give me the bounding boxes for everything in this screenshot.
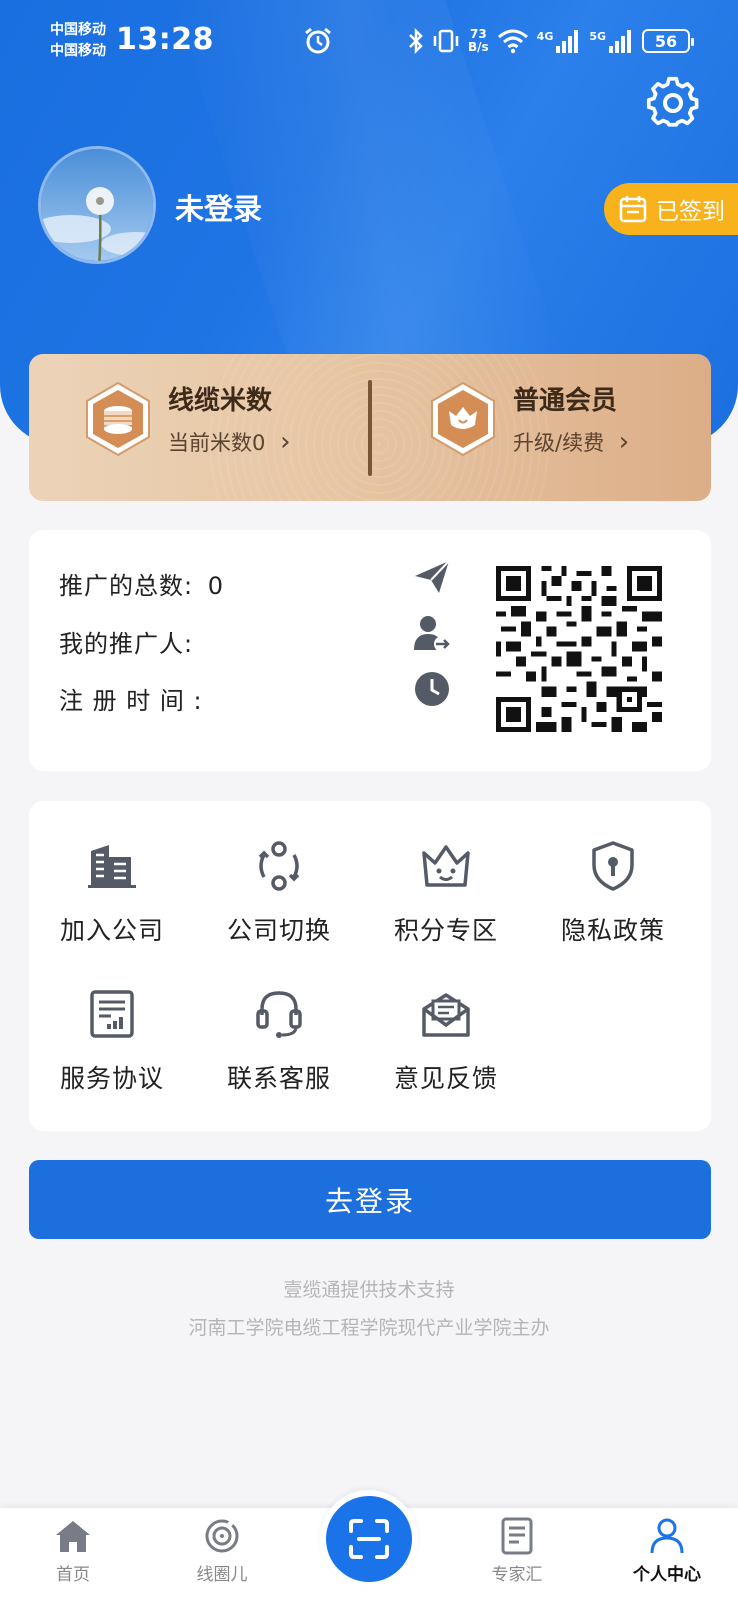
battery-indicator: 56 — [642, 29, 695, 53]
building-icon — [88, 845, 136, 888]
network-speed: 73 B/s — [468, 27, 489, 54]
membership-card: 线缆米数 当前米数0 › 普通会员 升级/续费 › — [29, 354, 711, 501]
signal-icon-1 — [556, 30, 579, 53]
tab-experts[interactable]: 专家汇 — [462, 1516, 572, 1585]
scan-icon — [349, 1519, 389, 1559]
user-share-icon — [414, 616, 450, 652]
menu-privacy-policy[interactable]: 隐私政策 — [538, 839, 688, 947]
scan-button[interactable] — [320, 1490, 418, 1588]
article-icon — [501, 1517, 533, 1555]
member-renew-label: 升级/续费 — [513, 431, 605, 455]
member-badge-icon — [431, 381, 495, 456]
tab-home[interactable]: 首页 — [18, 1516, 128, 1585]
tab-personal-center[interactable]: 个人中心 — [612, 1516, 722, 1585]
promoter-label: 我的推广人: — [59, 630, 194, 658]
status-bar: 中国移动 中国移动 13:28 73 B/s 4G 5G 56 — [0, 0, 738, 80]
promotion-total-value: 0 — [207, 572, 225, 600]
membership-divider — [368, 380, 372, 476]
wifi-icon — [497, 29, 528, 54]
home-icon — [56, 1521, 90, 1552]
cable-meters-title: 线缆米数 — [168, 386, 273, 416]
person-icon — [650, 1518, 684, 1554]
menu-join-company[interactable]: 加入公司 — [37, 839, 187, 947]
headset-icon — [256, 991, 302, 1038]
coil-icon — [205, 1519, 239, 1553]
carrier-1: 中国移动 — [50, 22, 106, 38]
alarm-icon — [305, 27, 331, 54]
promotion-total-row: 推广的总数: 0 — [59, 566, 224, 601]
bluetooth-icon — [409, 28, 423, 54]
menu-grid: 加入公司 公司切换 积分专区 隐私政策 服务协议 联系客服 意见反馈 — [29, 801, 711, 1131]
carrier-2: 中国移动 — [50, 43, 106, 59]
menu-service-agreement[interactable]: 服务协议 — [37, 987, 187, 1095]
calendar-icon — [619, 196, 647, 223]
document-chart-icon — [90, 990, 134, 1038]
shield-icon — [592, 841, 634, 891]
cable-meters-value: 当前米数0 — [168, 431, 266, 455]
cable-reel-icon — [86, 381, 150, 456]
tech-support-text: 壹缆通提供技术支持 — [283, 1279, 455, 1301]
signal-icon-2 — [609, 30, 632, 53]
member-level-title: 普通会员 — [513, 386, 618, 416]
cable-meters-entry[interactable]: 线缆米数 当前米数0 › — [84, 380, 290, 457]
sim2-type: 5G — [589, 29, 607, 43]
clock-icon — [415, 672, 449, 706]
menu-customer-service[interactable]: 联系客服 — [204, 987, 354, 1095]
send-icon — [415, 560, 450, 593]
username[interactable]: 未登录 — [175, 186, 262, 228]
checkin-label: 已签到 — [656, 199, 725, 225]
menu-switch-company[interactable]: 公司切换 — [204, 839, 354, 947]
vibrate-icon — [433, 29, 459, 53]
clock: 13:28 — [116, 22, 214, 57]
tab-coil[interactable]: 线圈儿 — [167, 1516, 277, 1585]
member-level-entry[interactable]: 普通会员 升级/续费 › — [429, 380, 629, 457]
chevron-right-icon: › — [618, 427, 630, 457]
crown-icon — [422, 845, 470, 887]
avatar[interactable] — [38, 146, 156, 264]
promotion-total-label: 推广的总数: — [59, 572, 194, 600]
organizer-text: 河南工学院电缆工程学院现代产业学院主办 — [188, 1317, 550, 1339]
promotion-card: 推广的总数: 0 我的推广人: 注 册 时 间 : — [29, 530, 711, 771]
qr-code-image[interactable] — [496, 566, 662, 732]
switch-icon — [258, 841, 300, 891]
login-button[interactable]: 去登录 — [29, 1160, 711, 1239]
settings-gear-icon[interactable] — [646, 76, 700, 130]
checkin-badge[interactable]: 已签到 — [604, 183, 738, 235]
status-icons: 73 B/s 4G 5G 56 — [408, 24, 695, 58]
carrier-names: 中国移动 中国移动 — [50, 20, 106, 62]
register-time-label: 注 册 时 间 : — [59, 687, 203, 715]
chevron-right-icon: › — [280, 427, 291, 457]
menu-feedback[interactable]: 意见反馈 — [371, 987, 521, 1095]
menu-points-zone[interactable]: 积分专区 — [371, 839, 521, 947]
mail-icon — [422, 993, 470, 1037]
sim1-type: 4G — [536, 29, 554, 43]
